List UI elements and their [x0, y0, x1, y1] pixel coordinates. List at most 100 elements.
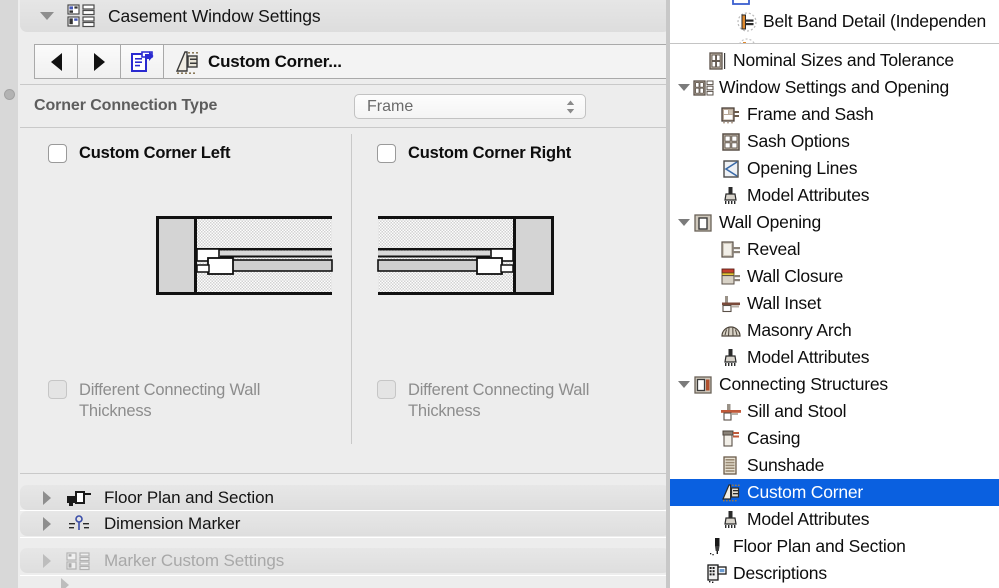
different-wall-thickness-left-row[interactable]: Different Connecting Wall Thickness: [48, 380, 298, 422]
tree-label: Model Attributes: [747, 509, 870, 529]
tree-item-sunshade[interactable]: Sunshade: [670, 452, 999, 479]
disclosure-triangle-floor-plan[interactable]: [38, 490, 56, 505]
model-attributes-icon: [720, 509, 742, 531]
pane-custom-corner-right: Custom Corner Right Different Connecting…: [345, 130, 670, 465]
custom-corner-panes: Custom Corner Left Different Connecting …: [20, 130, 670, 465]
custom-corner-right-label: Custom Corner Right: [408, 144, 572, 162]
tree-item-model-attributes-1[interactable]: Model Attributes: [670, 182, 999, 209]
tree-label: Casing: [747, 428, 801, 448]
arrow-right-icon: [93, 52, 105, 71]
settings-grid-icon: [66, 3, 96, 29]
disclosure-triangle[interactable]: [676, 209, 692, 236]
panel-scroll-gutter[interactable]: [0, 0, 18, 588]
sunshade-icon: [720, 455, 742, 477]
frame-sash-icon: [720, 104, 742, 126]
tree-label: Connecting Structures: [719, 374, 888, 394]
disclosure-triangle-marker-custom[interactable]: [38, 553, 56, 568]
descriptions-icon: [706, 563, 728, 585]
section-header-casement-window-settings[interactable]: Casement Window Settings: [20, 0, 670, 32]
tree-label: Wall Opening: [719, 212, 822, 232]
disclosure-triangle[interactable]: [676, 74, 692, 101]
back-button[interactable]: [34, 44, 77, 79]
tree-label: Nominal Sizes and Tolerance: [733, 50, 954, 70]
tree-item-nominal-sizes-and-tolerance[interactable]: Nominal Sizes and Tolerance: [670, 47, 999, 74]
tree-item-sash-options[interactable]: Sash Options: [670, 128, 999, 155]
tree-label: Model Attributes: [747, 185, 870, 205]
different-wall-thickness-left-checkbox[interactable]: [48, 380, 67, 399]
tree-label: Sunshade: [747, 455, 825, 475]
model-attributes-icon: [720, 347, 742, 369]
pane-custom-corner-left: Custom Corner Left Different Connecting …: [20, 130, 345, 465]
chevron-right-icon: [43, 553, 51, 568]
tree-item-wall-opening[interactable]: Wall Opening: [670, 209, 999, 236]
tree-item-connecting-structures[interactable]: Connecting Structures: [670, 371, 999, 398]
floor-plan-section-icon: [66, 488, 92, 508]
tree-item-masonry-arch[interactable]: Masonry Arch: [670, 317, 999, 344]
current-item-field[interactable]: Custom Corner...: [163, 44, 668, 79]
custom-corner-icon: [720, 482, 742, 504]
chevron-down-icon: [678, 219, 690, 226]
section-title-floor-plan: Floor Plan and Section: [104, 487, 274, 507]
arrow-left-icon: [50, 52, 62, 71]
scroll-handle-dot[interactable]: [4, 89, 15, 100]
custom-corner-right-checkbox[interactable]: [377, 144, 396, 163]
casing-icon: [720, 428, 742, 450]
sash-options-icon: [720, 131, 742, 153]
different-wall-thickness-right-row[interactable]: Different Connecting Wall Thickness: [377, 380, 627, 422]
tree-item-model-attributes-3[interactable]: Model Attributes: [670, 506, 999, 533]
reveal-icon: [720, 239, 742, 261]
section-header-dimension-marker[interactable]: Dimension Marker: [20, 511, 670, 536]
different-wall-thickness-right-checkbox[interactable]: [377, 380, 396, 399]
tree-item-frame-and-sash[interactable]: Frame and Sash: [670, 101, 999, 128]
tree-item-casing[interactable]: Casing: [670, 425, 999, 452]
tree-item-wall-closure[interactable]: Wall Closure: [670, 263, 999, 290]
custom-corner-right-checkbox-row[interactable]: Custom Corner Right: [377, 144, 571, 163]
corner-connection-type-select[interactable]: Frame: [354, 94, 586, 119]
tree-label: Floor Plan and Section: [733, 536, 906, 556]
tree-item-descriptions[interactable]: Descriptions: [670, 560, 999, 587]
disclosure-triangle-next[interactable]: [56, 578, 74, 588]
section-header-marker-custom-settings[interactable]: Marker Custom Settings: [20, 548, 670, 573]
forward-button[interactable]: [77, 44, 120, 79]
tree-item-model-attributes-2[interactable]: Model Attributes: [670, 344, 999, 371]
window-settings-icon: [730, 0, 752, 7]
tree-item-floor-plan-and-section[interactable]: Floor Plan and Section: [670, 533, 999, 560]
tree-item-opening-lines[interactable]: Opening Lines: [670, 155, 999, 182]
disclosure-triangle-dimension-marker[interactable]: [38, 516, 56, 531]
tree-item-reveal[interactable]: Reveal: [670, 236, 999, 263]
chevron-right-icon: [61, 578, 69, 588]
tree-item-window-settings-and-opening[interactable]: Window Settings and Opening: [670, 74, 999, 101]
window-settings-icon: [692, 77, 714, 99]
tree-item-wall-inset[interactable]: Wall Inset: [670, 290, 999, 317]
tree-label: Window Settings and Opening: [719, 77, 950, 97]
tree-label: Opening Lines: [747, 158, 858, 178]
connecting-structures-icon: [692, 374, 714, 396]
tree-label: Descriptions: [733, 563, 827, 583]
tree-item-custom-corner[interactable]: Custom Corner: [670, 479, 999, 506]
tree-label: Model Attributes: [747, 347, 870, 367]
disclosure-triangle-casement[interactable]: [38, 12, 56, 20]
tree-label: Reveal: [747, 239, 801, 259]
disclosure-triangle[interactable]: [676, 371, 692, 398]
section-divider-bottom: [20, 473, 670, 474]
custom-corner-left-checkbox-row[interactable]: Custom Corner Left: [48, 144, 231, 163]
nominal-sizes-icon: [706, 50, 728, 72]
tree-row-belt-band-detail[interactable]: Belt Band Detail (Independen: [670, 8, 999, 35]
section-header-floor-plan-and-section[interactable]: Floor Plan and Section: [20, 485, 670, 510]
popout-button[interactable]: [120, 44, 163, 79]
marker-custom-settings-icon: [66, 551, 92, 571]
wall-opening-icon: [692, 212, 714, 234]
tree-item-sill-and-stool[interactable]: Sill and Stool: [670, 398, 999, 425]
custom-corner-left-checkbox[interactable]: [48, 144, 67, 163]
corner-detail-right-diagram: [377, 213, 557, 298]
